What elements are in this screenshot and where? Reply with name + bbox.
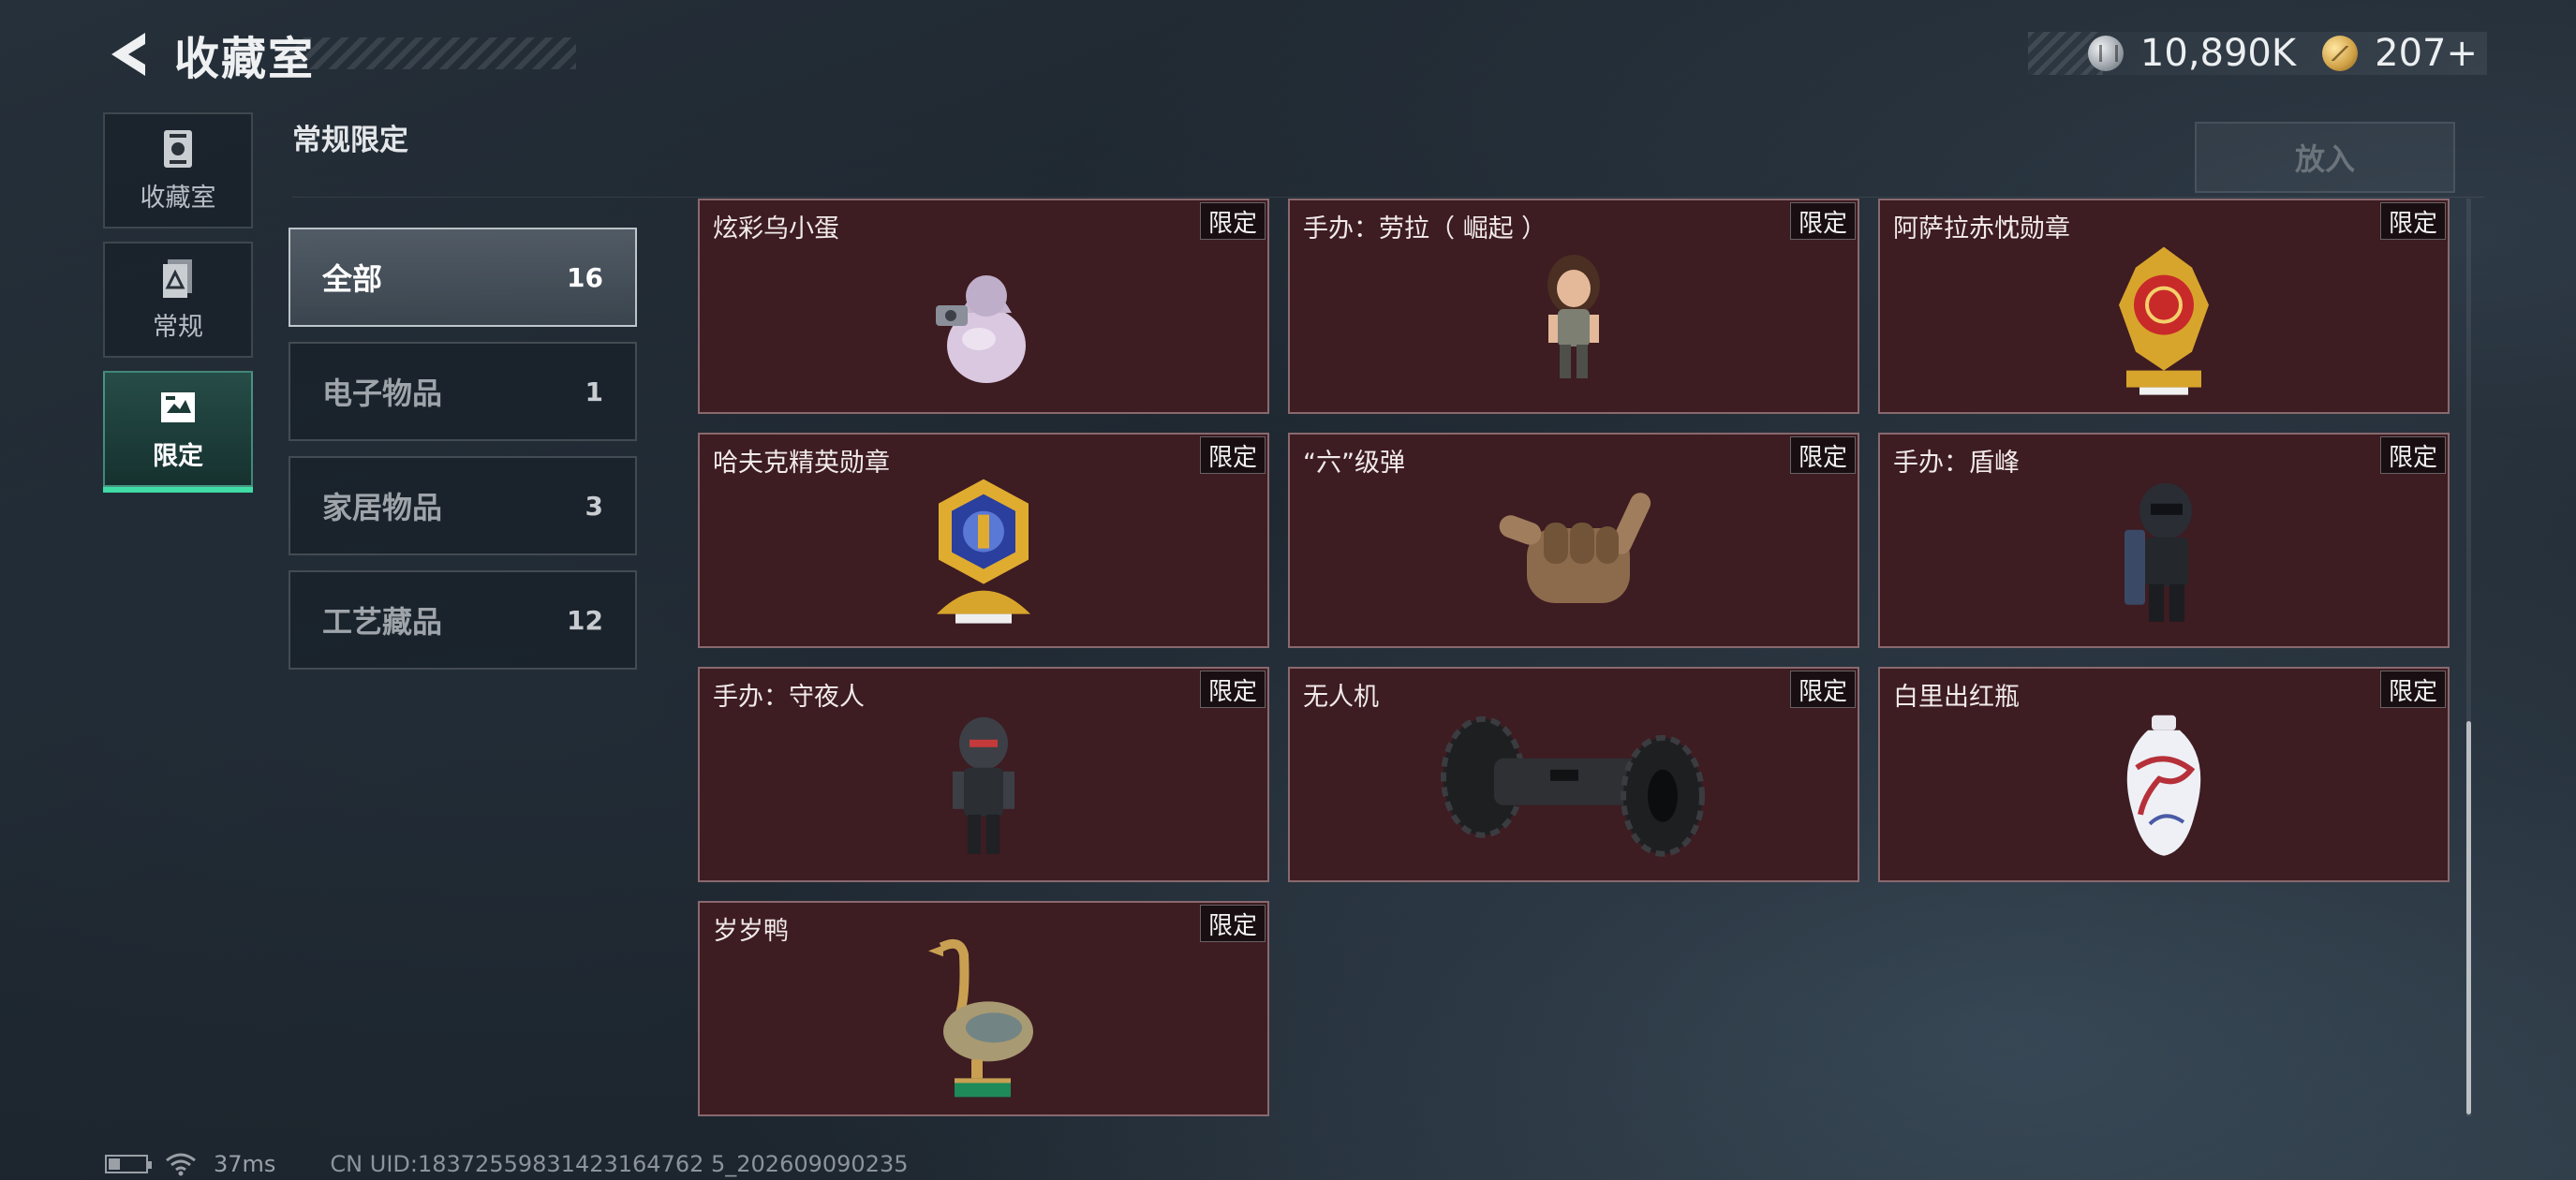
item-name: 哈夫克精英勋章 [713, 449, 890, 478]
title-decoration [286, 37, 576, 69]
hand-sign-icon [1499, 493, 1651, 603]
item-card[interactable]: “六”级弹 限定 [1288, 433, 1859, 648]
shield-soldier-figure-icon [2124, 482, 2192, 622]
side-nav-collection-room[interactable]: 收藏室 [103, 112, 253, 229]
limited-badge: 限定 [1789, 671, 1856, 708]
side-nav-regular[interactable]: 常规 [103, 242, 253, 358]
item-card[interactable]: 无人机 限定 [1288, 667, 1859, 882]
side-nav: 收藏室 常规 限定 [103, 112, 253, 500]
status-bar: 37ms CN UID:18372559831423164762 5_20260… [105, 1150, 909, 1178]
silver-currency-value: 10,890K [2139, 32, 2297, 75]
gold-medal-icon [2119, 246, 2209, 395]
side-nav-label: 常规 [153, 312, 203, 342]
limited-badge: 限定 [1199, 671, 1266, 708]
category-label: 电子物品 [322, 376, 443, 411]
item-name: 手办：盾峰 [1893, 449, 2020, 478]
side-nav-label: 收藏室 [140, 183, 216, 213]
category-count: 12 [567, 604, 603, 636]
item-name: 岁岁鸭 [713, 917, 789, 946]
item-name: 无人机 [1303, 683, 1379, 712]
ping-value: 37ms [214, 1151, 276, 1177]
category-electronics[interactable]: 电子物品 1 [289, 342, 637, 441]
back-button[interactable] [103, 28, 155, 81]
limited-badge: 限定 [1789, 436, 1856, 474]
porcelain-vase-icon [2126, 715, 2201, 856]
limited-badge: 限定 [2379, 436, 2446, 474]
item-name: 手办：劳拉（ 崛起 ） [1303, 214, 1547, 243]
item-card[interactable]: 岁岁鸭 限定 [698, 901, 1269, 1116]
silver-coin-icon [2087, 36, 2124, 71]
collection-room-icon [164, 129, 192, 168]
battery-icon [105, 1155, 152, 1173]
category-label: 家居物品 [322, 490, 443, 525]
wifi-icon [166, 1153, 196, 1176]
item-name: 白里出红瓶 [1893, 683, 2020, 712]
item-card[interactable]: 手办：劳拉（ 崛起 ） 限定 [1288, 199, 1859, 414]
item-card[interactable]: 哈夫克精英勋章 限定 [698, 433, 1269, 648]
egg-figure-icon [936, 275, 1026, 383]
divider [292, 197, 2484, 198]
category-all[interactable]: 全部 16 [289, 228, 637, 327]
section-title: 常规限定 [292, 124, 408, 157]
place-button[interactable]: 放入 [2195, 122, 2455, 193]
back-arrow-icon [111, 33, 145, 76]
limited-badge: 限定 [2379, 202, 2446, 240]
category-count: 16 [567, 261, 603, 293]
side-nav-limited[interactable]: 限定 [103, 371, 253, 493]
gold-currency-value: 207+ [2375, 32, 2478, 75]
limited-badge: 限定 [1789, 202, 1856, 240]
category-crafts[interactable]: 工艺藏品 12 [289, 570, 637, 670]
nightwatch-figure-icon [953, 716, 1014, 854]
user-uid: CN UID:18372559831423164762 5_2026090902… [330, 1151, 909, 1177]
limited-badge: 限定 [2379, 671, 2446, 708]
limited-icon [161, 391, 195, 422]
category-count: 1 [585, 376, 603, 407]
hexagon-medal-icon [937, 479, 1030, 624]
gold-coin-icon [2322, 36, 2359, 71]
limited-badge: 限定 [1199, 436, 1266, 474]
limited-badge: 限定 [1199, 202, 1266, 240]
regular-icon [163, 258, 192, 298]
limited-badge: 限定 [1199, 905, 1266, 942]
header: 收藏室 [103, 24, 315, 85]
item-name: 炫彩乌小蛋 [713, 214, 839, 243]
item-name: “六”级弹 [1303, 449, 1405, 478]
category-list: 全部 16 电子物品 1 家居物品 3 工艺藏品 12 [289, 228, 637, 685]
item-name: 阿萨拉赤忱勋章 [1893, 214, 2070, 243]
item-card[interactable]: 手办：守夜人 限定 [698, 667, 1269, 882]
item-card[interactable]: 炫彩乌小蛋 限定 [698, 199, 1269, 414]
category-count: 3 [585, 490, 603, 522]
item-card[interactable]: 手办：盾峰 限定 [1878, 433, 2450, 648]
drone-wheels-icon [1441, 715, 1705, 857]
currency-bar: 10,890K 207+ [2028, 32, 2487, 75]
item-card[interactable]: 白里出红瓶 限定 [1878, 667, 2450, 882]
category-label: 全部 [322, 261, 383, 297]
side-nav-label: 限定 [153, 441, 203, 471]
scrollbar[interactable] [2466, 721, 2471, 1114]
item-card[interactable]: 阿萨拉赤忱勋章 限定 [1878, 199, 2450, 414]
item-name: 手办：守夜人 [713, 683, 865, 712]
lara-figure-icon [1547, 255, 1600, 378]
duck-statue-icon [928, 938, 1033, 1098]
category-home[interactable]: 家居物品 3 [289, 456, 637, 555]
item-grid: 炫彩乌小蛋 限定 手办：劳拉（ 崛起 ） 限定 阿萨拉赤忱勋章 限定 哈夫克精英… [698, 199, 2450, 1116]
category-label: 工艺藏品 [322, 604, 443, 640]
